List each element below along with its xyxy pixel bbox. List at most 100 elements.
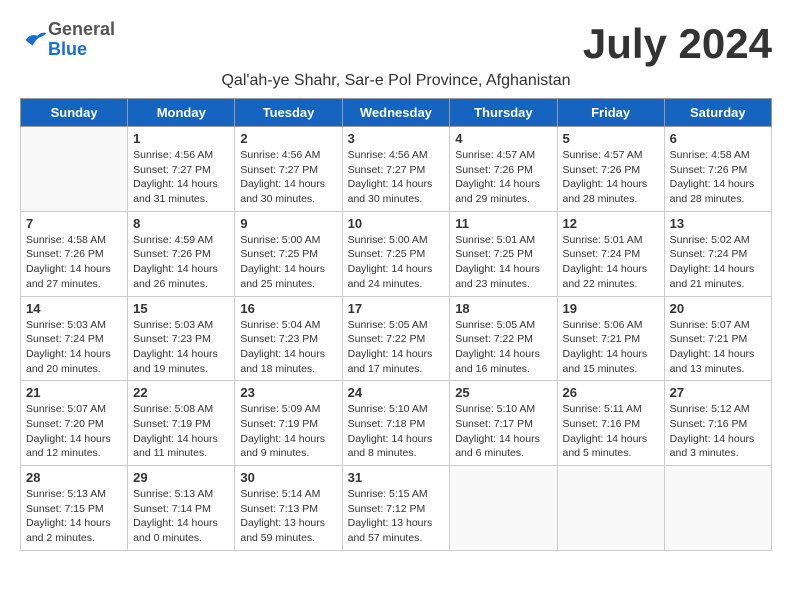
day-detail: Sunrise: 5:08 AM Sunset: 7:19 PM Dayligh… — [133, 402, 229, 461]
calendar-day-cell: 16 Sunrise: 5:04 AM Sunset: 7:23 PM Dayli… — [235, 296, 342, 381]
day-number: 16 — [240, 301, 336, 316]
logo-blue-text: Blue — [48, 40, 115, 60]
day-of-week-header: Sunday — [21, 99, 128, 127]
calendar-day-cell: 4 Sunrise: 4:57 AM Sunset: 7:26 PM Daylig… — [450, 127, 557, 212]
calendar-day-cell: 14 Sunrise: 5:03 AM Sunset: 7:24 PM Dayli… — [21, 296, 128, 381]
day-detail: Sunrise: 5:14 AM Sunset: 7:13 PM Dayligh… — [240, 487, 336, 546]
logo-bird-icon — [20, 26, 48, 54]
day-of-week-header: Tuesday — [235, 99, 342, 127]
calendar-day-cell: 18 Sunrise: 5:05 AM Sunset: 7:22 PM Dayli… — [450, 296, 557, 381]
day-detail: Sunrise: 5:15 AM Sunset: 7:12 PM Dayligh… — [348, 487, 445, 546]
day-detail: Sunrise: 4:57 AM Sunset: 7:26 PM Dayligh… — [455, 148, 551, 207]
day-detail: Sunrise: 5:11 AM Sunset: 7:16 PM Dayligh… — [563, 402, 659, 461]
day-number: 26 — [563, 385, 659, 400]
calendar-header-row: SundayMondayTuesdayWednesdayThursdayFrid… — [21, 99, 772, 127]
calendar-week-row: 28 Sunrise: 5:13 AM Sunset: 7:15 PM Dayli… — [21, 466, 772, 551]
day-detail: Sunrise: 4:56 AM Sunset: 7:27 PM Dayligh… — [240, 148, 336, 207]
day-number: 22 — [133, 385, 229, 400]
day-detail: Sunrise: 5:00 AM Sunset: 7:25 PM Dayligh… — [348, 233, 445, 292]
calendar-day-cell: 24 Sunrise: 5:10 AM Sunset: 7:18 PM Dayli… — [342, 381, 450, 466]
day-number: 3 — [348, 131, 445, 146]
day-detail: Sunrise: 5:10 AM Sunset: 7:18 PM Dayligh… — [348, 402, 445, 461]
calendar-day-cell: 5 Sunrise: 4:57 AM Sunset: 7:26 PM Daylig… — [557, 127, 664, 212]
calendar-table: SundayMondayTuesdayWednesdayThursdayFrid… — [20, 98, 772, 551]
day-of-week-header: Monday — [128, 99, 235, 127]
day-detail: Sunrise: 5:00 AM Sunset: 7:25 PM Dayligh… — [240, 233, 336, 292]
day-number: 23 — [240, 385, 336, 400]
calendar-week-row: 1 Sunrise: 4:56 AM Sunset: 7:27 PM Daylig… — [21, 127, 772, 212]
calendar-day-cell: 15 Sunrise: 5:03 AM Sunset: 7:23 PM Dayli… — [128, 296, 235, 381]
day-detail: Sunrise: 5:07 AM Sunset: 7:20 PM Dayligh… — [26, 402, 122, 461]
calendar-day-cell: 6 Sunrise: 4:58 AM Sunset: 7:26 PM Daylig… — [664, 127, 771, 212]
day-of-week-header: Thursday — [450, 99, 557, 127]
day-of-week-header: Friday — [557, 99, 664, 127]
day-detail: Sunrise: 4:58 AM Sunset: 7:26 PM Dayligh… — [670, 148, 766, 207]
day-number: 8 — [133, 216, 229, 231]
calendar-week-row: 14 Sunrise: 5:03 AM Sunset: 7:24 PM Dayli… — [21, 296, 772, 381]
calendar-day-cell: 12Sunrise: 5:01 AM Sunset: 7:24 PM Dayli… — [557, 211, 664, 296]
calendar-day-cell: 1 Sunrise: 4:56 AM Sunset: 7:27 PM Daylig… — [128, 127, 235, 212]
calendar-day-cell: 22 Sunrise: 5:08 AM Sunset: 7:19 PM Dayli… — [128, 381, 235, 466]
month-year-title: July 2024 — [583, 20, 772, 68]
day-number: 21 — [26, 385, 122, 400]
day-number: 4 — [455, 131, 551, 146]
day-detail: Sunrise: 5:03 AM Sunset: 7:23 PM Dayligh… — [133, 318, 229, 377]
day-number: 19 — [563, 301, 659, 316]
day-number: 29 — [133, 470, 229, 485]
day-number: 1 — [133, 131, 229, 146]
calendar-week-row: 7 Sunrise: 4:58 AM Sunset: 7:26 PM Daylig… — [21, 211, 772, 296]
location-subtitle: Qal'ah-ye Shahr, Sar-e Pol Province, Afg… — [20, 72, 772, 90]
header: General Blue July 2024 — [20, 20, 772, 68]
day-number: 28 — [26, 470, 122, 485]
day-detail: Sunrise: 4:56 AM Sunset: 7:27 PM Dayligh… — [348, 148, 445, 207]
calendar-day-cell: 26 Sunrise: 5:11 AM Sunset: 7:16 PM Dayli… — [557, 381, 664, 466]
calendar-day-cell: 2Sunrise: 4:56 AM Sunset: 7:27 PM Daylig… — [235, 127, 342, 212]
day-of-week-header: Wednesday — [342, 99, 450, 127]
day-detail: Sunrise: 4:59 AM Sunset: 7:26 PM Dayligh… — [133, 233, 229, 292]
day-detail: Sunrise: 5:10 AM Sunset: 7:17 PM Dayligh… — [455, 402, 551, 461]
calendar-body: 1 Sunrise: 4:56 AM Sunset: 7:27 PM Daylig… — [21, 127, 772, 551]
calendar-day-cell — [21, 127, 128, 212]
logo: General Blue — [20, 20, 115, 60]
day-detail: Sunrise: 5:02 AM Sunset: 7:24 PM Dayligh… — [670, 233, 766, 292]
day-number: 20 — [670, 301, 766, 316]
day-number: 14 — [26, 301, 122, 316]
day-detail: Sunrise: 4:57 AM Sunset: 7:26 PM Dayligh… — [563, 148, 659, 207]
calendar-day-cell: 23 Sunrise: 5:09 AM Sunset: 7:19 PM Dayli… — [235, 381, 342, 466]
day-number: 18 — [455, 301, 551, 316]
calendar-day-cell: 29Sunrise: 5:13 AM Sunset: 7:14 PM Dayli… — [128, 466, 235, 551]
day-number: 31 — [348, 470, 445, 485]
day-number: 15 — [133, 301, 229, 316]
calendar-day-cell: 21 Sunrise: 5:07 AM Sunset: 7:20 PM Dayli… — [21, 381, 128, 466]
calendar-day-cell: 28 Sunrise: 5:13 AM Sunset: 7:15 PM Dayli… — [21, 466, 128, 551]
day-number: 6 — [670, 131, 766, 146]
day-detail: Sunrise: 5:09 AM Sunset: 7:19 PM Dayligh… — [240, 402, 336, 461]
day-detail: Sunrise: 5:07 AM Sunset: 7:21 PM Dayligh… — [670, 318, 766, 377]
day-detail: Sunrise: 5:13 AM Sunset: 7:15 PM Dayligh… — [26, 487, 122, 546]
calendar-day-cell — [557, 466, 664, 551]
calendar-day-cell: 3 Sunrise: 4:56 AM Sunset: 7:27 PM Daylig… — [342, 127, 450, 212]
day-detail: Sunrise: 5:05 AM Sunset: 7:22 PM Dayligh… — [348, 318, 445, 377]
calendar-day-cell: 19Sunrise: 5:06 AM Sunset: 7:21 PM Dayli… — [557, 296, 664, 381]
day-detail: Sunrise: 4:58 AM Sunset: 7:26 PM Dayligh… — [26, 233, 122, 292]
day-number: 10 — [348, 216, 445, 231]
day-detail: Sunrise: 5:03 AM Sunset: 7:24 PM Dayligh… — [26, 318, 122, 377]
day-number: 24 — [348, 385, 445, 400]
day-number: 9 — [240, 216, 336, 231]
day-detail: Sunrise: 5:05 AM Sunset: 7:22 PM Dayligh… — [455, 318, 551, 377]
day-number: 12 — [563, 216, 659, 231]
day-number: 5 — [563, 131, 659, 146]
day-number: 7 — [26, 216, 122, 231]
day-number: 27 — [670, 385, 766, 400]
day-number: 25 — [455, 385, 551, 400]
day-detail: Sunrise: 4:56 AM Sunset: 7:27 PM Dayligh… — [133, 148, 229, 207]
calendar-day-cell: 31 Sunrise: 5:15 AM Sunset: 7:12 PM Dayli… — [342, 466, 450, 551]
calendar-day-cell: 27Sunrise: 5:12 AM Sunset: 7:16 PM Dayli… — [664, 381, 771, 466]
day-number: 13 — [670, 216, 766, 231]
day-number: 11 — [455, 216, 551, 231]
calendar-day-cell: 8 Sunrise: 4:59 AM Sunset: 7:26 PM Daylig… — [128, 211, 235, 296]
calendar-day-cell — [664, 466, 771, 551]
day-detail: Sunrise: 5:04 AM Sunset: 7:23 PM Dayligh… — [240, 318, 336, 377]
calendar-day-cell: 25 Sunrise: 5:10 AM Sunset: 7:17 PM Dayli… — [450, 381, 557, 466]
day-number: 30 — [240, 470, 336, 485]
